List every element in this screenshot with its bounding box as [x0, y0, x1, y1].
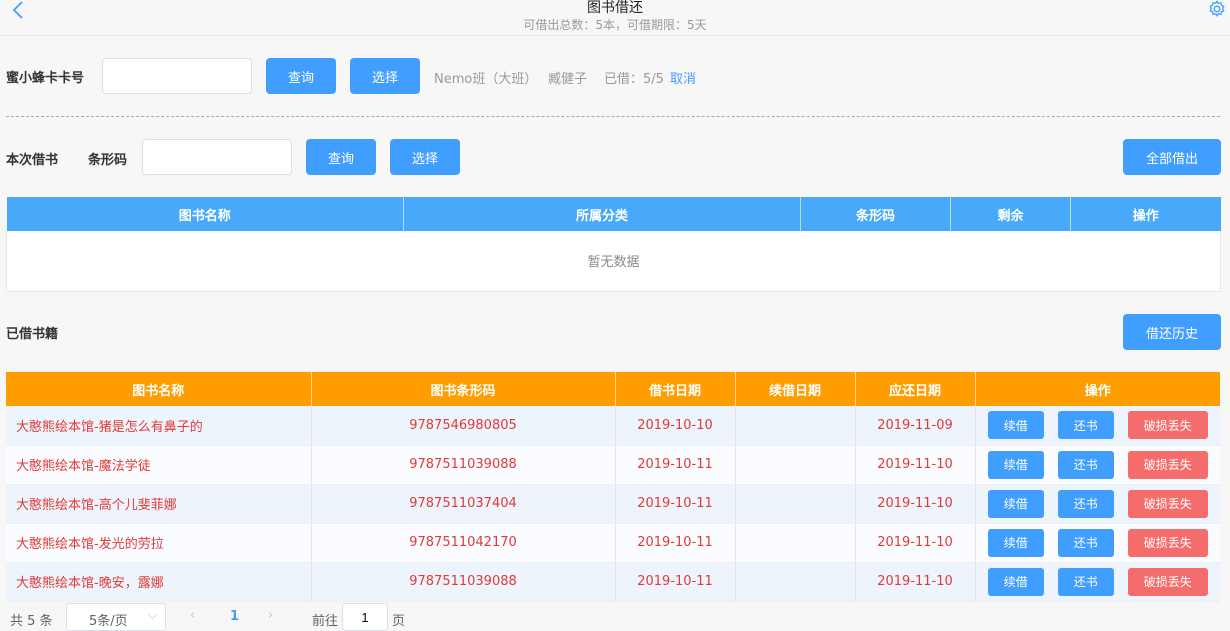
barcode-select-button[interactable]: 选择: [390, 139, 460, 175]
borrowed-section-title: 已借书籍: [6, 327, 59, 342]
renew-date: [735, 484, 856, 524]
table-row: 大憨熊绘本馆-魔法学徒 9787511039088 2019-10-11 201…: [6, 445, 1220, 485]
renew-button[interactable]: 续借: [987, 411, 1044, 440]
due-date: 2019-11-10: [855, 445, 976, 485]
pagination: 共 5 条 5条/页 ⌵ ‹ 1 › 前往 页: [0, 603, 1230, 631]
book-barcode: 9787511039088: [311, 445, 616, 485]
borrow-date: 2019-10-10: [615, 406, 736, 446]
renew-button[interactable]: 续借: [987, 489, 1044, 518]
page-size-value: 5条/页: [89, 614, 128, 629]
renew-date: [735, 445, 856, 485]
borrow-date: 2019-10-11: [615, 445, 736, 485]
book-barcode: 9787511039088: [311, 562, 616, 602]
borrow-date: 2019-10-11: [615, 562, 736, 602]
borrowed-count: 已借：5/5: [604, 72, 664, 87]
empty-message: 暂无数据: [6, 231, 1221, 292]
column-header: 操作: [1070, 197, 1221, 231]
book-barcode: 9787511042170: [311, 523, 616, 563]
column-header: 图书条形码: [311, 372, 616, 406]
return-button[interactable]: 还书: [1057, 528, 1114, 557]
book-barcode: 9787511037404: [311, 484, 616, 524]
book-name: 大憨熊绘本馆-魔法学徒: [6, 445, 312, 485]
renew-button[interactable]: 续借: [987, 528, 1044, 557]
history-button[interactable]: 借还历史: [1123, 314, 1221, 350]
borrow-date: 2019-10-11: [615, 484, 736, 524]
column-header: 借书日期: [615, 372, 736, 406]
column-header: 所属分类: [403, 197, 801, 231]
lost-button[interactable]: 破损丢失: [1127, 450, 1208, 479]
return-button[interactable]: 还书: [1057, 411, 1114, 440]
renew-date: [735, 406, 856, 446]
book-name: 大憨熊绘本馆-晚安，露娜: [6, 562, 312, 602]
renew-date: [735, 523, 856, 563]
card-query-button[interactable]: 查询: [266, 58, 336, 94]
book-name: 大憨熊绘本馆-高个儿斐菲娜: [6, 484, 312, 524]
goto-page-input[interactable]: [342, 603, 388, 631]
table-row: 大憨熊绘本馆-晚安，露娜 9787511039088 2019-10-11 20…: [6, 562, 1220, 602]
column-header: 条形码: [800, 197, 951, 231]
column-header: 续借日期: [735, 372, 856, 406]
return-button[interactable]: 还书: [1057, 450, 1114, 479]
class-info: Nemo班（大班）: [434, 72, 538, 87]
divider: [6, 116, 1220, 117]
total-count: 共 5 条: [10, 614, 53, 629]
row-actions: 续借 还书 破损丢失: [975, 523, 1220, 563]
row-actions: 续借 还书 破损丢失: [975, 562, 1220, 602]
due-date: 2019-11-10: [855, 523, 976, 563]
barcode-label: 条形码: [88, 153, 128, 168]
column-header: 应还日期: [855, 372, 976, 406]
app-header: 图书借还 可借出总数：5本，可借期限：5天: [0, 0, 1230, 36]
gear-icon[interactable]: [1208, 0, 1226, 18]
borrow-label: 本次借书: [6, 153, 59, 168]
page-size-select[interactable]: 5条/页 ⌵: [66, 603, 166, 631]
chevron-down-icon: ⌵: [147, 608, 157, 622]
page-title: 图书借还: [587, 0, 643, 16]
page-subtitle: 可借出总数：5本，可借期限：5天: [523, 18, 707, 32]
borrow-table: 图书名称 所属分类 条形码 剩余 操作 暂无数据: [6, 197, 1221, 292]
borrow-date: 2019-10-11: [615, 523, 736, 563]
chevron-right-icon[interactable]: ›: [268, 608, 273, 623]
page-unit-label: 页: [392, 614, 406, 629]
table-row: 大憨熊绘本馆-高个儿斐菲娜 9787511037404 2019-10-11 2…: [6, 484, 1220, 524]
cancel-link[interactable]: 取消: [670, 68, 696, 87]
borrowed-table: 图书名称 图书条形码 借书日期 续借日期 应还日期 操作 大憨熊绘本馆-猪是怎么…: [6, 372, 1220, 602]
lost-button[interactable]: 破损丢失: [1127, 528, 1208, 557]
book-name: 大憨熊绘本馆-发光的劳拉: [6, 523, 312, 563]
card-select-button[interactable]: 选择: [350, 58, 420, 94]
renew-button[interactable]: 续借: [987, 567, 1044, 596]
column-header: 剩余: [950, 197, 1071, 231]
student-name: 臧健子: [548, 72, 588, 87]
lost-button[interactable]: 破损丢失: [1127, 489, 1208, 518]
barcode-query-button[interactable]: 查询: [306, 139, 376, 175]
row-actions: 续借 还书 破损丢失: [975, 406, 1220, 446]
lost-button[interactable]: 破损丢失: [1127, 567, 1208, 596]
table-row: 大憨熊绘本馆-发光的劳拉 9787511042170 2019-10-11 20…: [6, 523, 1220, 563]
column-header: 操作: [975, 372, 1220, 406]
due-date: 2019-11-10: [855, 484, 976, 524]
book-name: 大憨熊绘本馆-猪是怎么有鼻子的: [6, 406, 312, 446]
column-header: 图书名称: [6, 372, 312, 406]
row-actions: 续借 还书 破损丢失: [975, 484, 1220, 524]
due-date: 2019-11-10: [855, 562, 976, 602]
current-page[interactable]: 1: [230, 609, 239, 624]
card-number-input[interactable]: [102, 58, 252, 94]
renew-button[interactable]: 续借: [987, 450, 1044, 479]
goto-label: 前往: [312, 614, 339, 629]
lost-button[interactable]: 破损丢失: [1127, 411, 1208, 440]
return-button[interactable]: 还书: [1057, 489, 1114, 518]
return-button[interactable]: 还书: [1057, 567, 1114, 596]
renew-date: [735, 562, 856, 602]
card-number-label: 蜜小蜂卡卡号: [6, 71, 85, 86]
borrow-all-button[interactable]: 全部借出: [1123, 139, 1221, 175]
row-actions: 续借 还书 破损丢失: [975, 445, 1220, 485]
barcode-input[interactable]: [142, 139, 292, 175]
due-date: 2019-11-09: [855, 406, 976, 446]
column-header: 图书名称: [6, 197, 404, 231]
book-barcode: 9787546980805: [311, 406, 616, 446]
chevron-left-icon[interactable]: ‹: [190, 608, 195, 623]
table-row: 大憨熊绘本馆-猪是怎么有鼻子的 9787546980805 2019-10-10…: [6, 406, 1220, 446]
